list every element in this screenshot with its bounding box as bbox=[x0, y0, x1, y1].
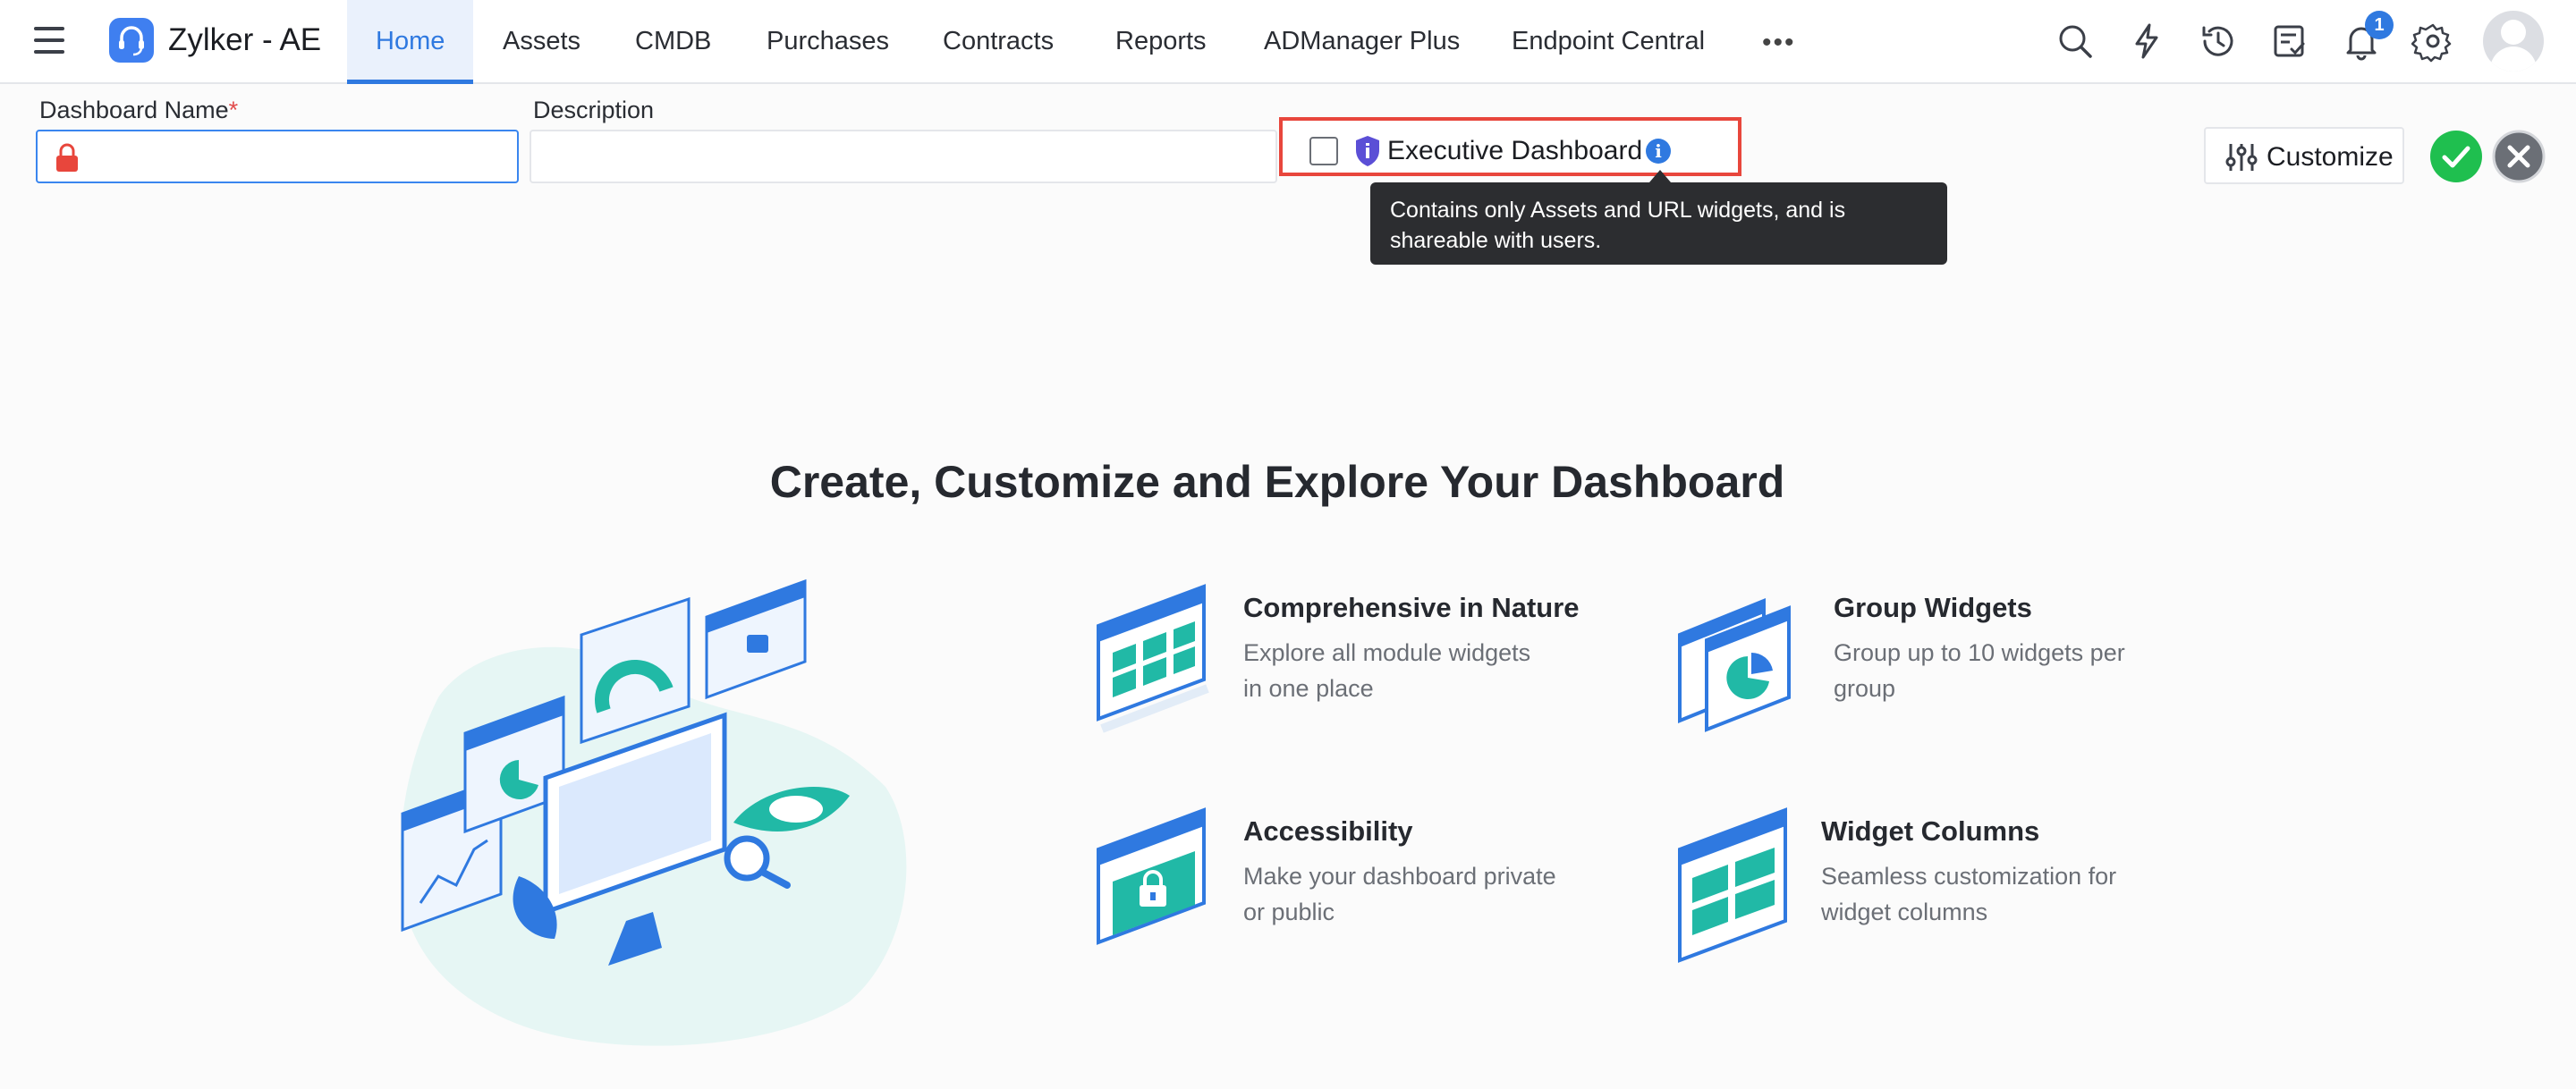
tab-purchases[interactable]: Purchases bbox=[767, 0, 889, 84]
tab-contracts[interactable]: Contracts bbox=[943, 0, 1054, 84]
tooltip-arrow bbox=[1649, 170, 1671, 182]
tab-reports[interactable]: Reports bbox=[1115, 0, 1207, 84]
feature-title-comprehensive: Comprehensive in Nature bbox=[1243, 592, 1580, 623]
required-mark: * bbox=[228, 97, 239, 123]
feature-title-group-widgets: Group Widgets bbox=[1834, 592, 2032, 623]
sliders-icon bbox=[2225, 144, 2258, 171]
hamburger-menu-icon[interactable] bbox=[34, 27, 64, 55]
feature-desc-accessibility: Make your dashboard private or public bbox=[1243, 863, 1556, 925]
dashboard-illustration bbox=[385, 572, 921, 1055]
more-tabs-button[interactable]: ••• bbox=[1762, 30, 1796, 56]
checkmark-icon bbox=[2430, 131, 2482, 182]
shield-icon bbox=[1354, 134, 1381, 168]
widget-columns-icon bbox=[1674, 805, 1800, 966]
gear-icon[interactable] bbox=[2411, 20, 2454, 63]
app-name[interactable]: Zylker - AE bbox=[168, 21, 321, 60]
executive-dashboard-checkbox[interactable] bbox=[1309, 137, 1338, 165]
executive-dashboard-tooltip: Contains only Assets and URL widgets, an… bbox=[1370, 182, 1947, 265]
feature-title-widget-columns: Widget Columns bbox=[1821, 815, 2040, 847]
lock-icon[interactable] bbox=[54, 143, 80, 173]
avatar[interactable] bbox=[2483, 11, 2544, 72]
description-input[interactable] bbox=[530, 130, 1277, 183]
group-widgets-icon bbox=[1674, 581, 1800, 742]
dashboard-name-input[interactable] bbox=[36, 130, 519, 183]
cancel-button[interactable] bbox=[2492, 130, 2546, 183]
feature-title-accessibility: Accessibility bbox=[1243, 815, 1413, 847]
customize-button[interactable]: Customize bbox=[2204, 127, 2404, 184]
search-icon[interactable] bbox=[2054, 20, 2097, 63]
customize-label: Customize bbox=[2267, 142, 2394, 172]
feature-desc-widget-columns: Seamless customization for widget columns bbox=[1821, 863, 2117, 925]
description-label: Description bbox=[533, 97, 655, 123]
history-icon[interactable] bbox=[2197, 20, 2240, 63]
close-icon bbox=[2492, 130, 2546, 183]
tab-endpoint-central[interactable]: Endpoint Central bbox=[1512, 0, 1705, 84]
accessibility-icon bbox=[1093, 805, 1218, 966]
notification-count-badge[interactable]: 1 bbox=[2365, 11, 2394, 39]
executive-dashboard-label[interactable]: Executive Dashboard bbox=[1387, 134, 1642, 168]
lightning-icon[interactable] bbox=[2125, 20, 2168, 63]
comprehensive-icon bbox=[1093, 581, 1218, 742]
top-navigation-bar: Zylker - AE Home Assets CMDB Purchases C… bbox=[0, 0, 2576, 84]
hero-title: Create, Customize and Explore Your Dashb… bbox=[769, 457, 1785, 507]
tab-admanager-plus[interactable]: ADManager Plus bbox=[1264, 0, 1460, 84]
tab-home[interactable]: Home bbox=[347, 0, 474, 84]
dashboard-name-label: Dashboard Name* bbox=[39, 97, 239, 123]
feature-desc-comprehensive: Explore all module widgets in one place bbox=[1243, 639, 1531, 702]
feature-desc-group-widgets: Group up to 10 widgets per group bbox=[1834, 639, 2125, 702]
app-logo-icon[interactable] bbox=[109, 18, 154, 63]
save-button[interactable] bbox=[2429, 130, 2483, 183]
info-icon[interactable]: i bbox=[1646, 139, 1671, 164]
tab-cmdb[interactable]: CMDB bbox=[635, 0, 711, 84]
tab-assets[interactable]: Assets bbox=[503, 0, 580, 84]
tasks-icon[interactable] bbox=[2268, 20, 2311, 63]
